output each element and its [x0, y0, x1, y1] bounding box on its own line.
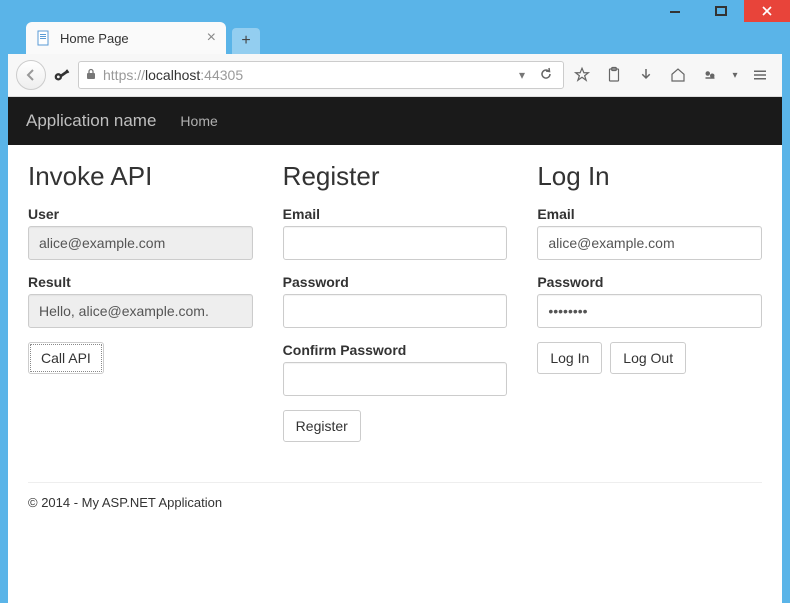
menu-hamburger-icon[interactable]: [746, 61, 774, 89]
page-favicon-icon: [36, 30, 52, 46]
tab-close-icon[interactable]: ×: [207, 29, 216, 47]
home-icon[interactable]: [664, 61, 692, 89]
register-email-label: Email: [283, 206, 508, 222]
register-email-input[interactable]: [283, 226, 508, 260]
window-maximize-button[interactable]: [698, 0, 744, 22]
clipboard-icon[interactable]: [600, 61, 628, 89]
window-close-button[interactable]: [744, 0, 790, 22]
register-section: Register Email Password Confirm Password: [283, 161, 508, 442]
invoke-result-label: Result: [28, 274, 253, 290]
browser-tab[interactable]: Home Page ×: [26, 22, 226, 54]
call-api-button[interactable]: Call API: [28, 342, 104, 374]
login-password-input[interactable]: [537, 294, 762, 328]
invoke-heading: Invoke API: [28, 161, 253, 192]
invoke-user-input[interactable]: [28, 226, 253, 260]
login-email-label: Email: [537, 206, 762, 222]
addon-icon[interactable]: [696, 61, 724, 89]
login-section: Log In Email Password Log In Log Out: [537, 161, 762, 442]
window-titlebar: [0, 0, 790, 22]
login-email-input[interactable]: [537, 226, 762, 260]
browser-tab-title: Home Page: [60, 31, 199, 46]
nav-home-link[interactable]: Home: [180, 113, 217, 129]
browser-tabbar: Home Page × +: [8, 22, 782, 54]
brand-link[interactable]: Application name: [26, 111, 156, 131]
dropdown-caret-icon[interactable]: ▾: [728, 61, 742, 89]
page-content: Application name Home Invoke API User Re…: [8, 97, 782, 603]
footer-text: © 2014 - My ASP.NET Application: [8, 495, 782, 524]
logout-button[interactable]: Log Out: [610, 342, 686, 374]
register-confirm-input[interactable]: [283, 362, 508, 396]
bookmark-star-icon[interactable]: [568, 61, 596, 89]
reload-icon[interactable]: [535, 67, 557, 84]
dropdown-icon[interactable]: ▾: [515, 68, 529, 82]
invoke-result-input[interactable]: [28, 294, 253, 328]
window-minimize-button[interactable]: [652, 0, 698, 22]
url-bar[interactable]: https://localhost:44305 ▾: [78, 61, 564, 89]
download-arrow-icon[interactable]: [632, 61, 660, 89]
lock-icon: [85, 68, 97, 83]
register-password-label: Password: [283, 274, 508, 290]
browser-toolbar: https://localhost:44305 ▾ ▾: [8, 54, 782, 97]
identity-key-icon[interactable]: [50, 63, 74, 87]
invoke-user-label: User: [28, 206, 253, 222]
footer-divider: [28, 482, 762, 483]
back-button[interactable]: [16, 60, 46, 90]
register-heading: Register: [283, 161, 508, 192]
login-heading: Log In: [537, 161, 762, 192]
app-navbar: Application name Home: [8, 97, 782, 145]
new-tab-button[interactable]: +: [232, 28, 260, 54]
url-text: https://localhost:44305: [103, 67, 509, 83]
login-button[interactable]: Log In: [537, 342, 602, 374]
register-confirm-label: Confirm Password: [283, 342, 508, 358]
register-password-input[interactable]: [283, 294, 508, 328]
register-button[interactable]: Register: [283, 410, 361, 442]
invoke-api-section: Invoke API User Result Call API: [28, 161, 253, 442]
login-password-label: Password: [537, 274, 762, 290]
